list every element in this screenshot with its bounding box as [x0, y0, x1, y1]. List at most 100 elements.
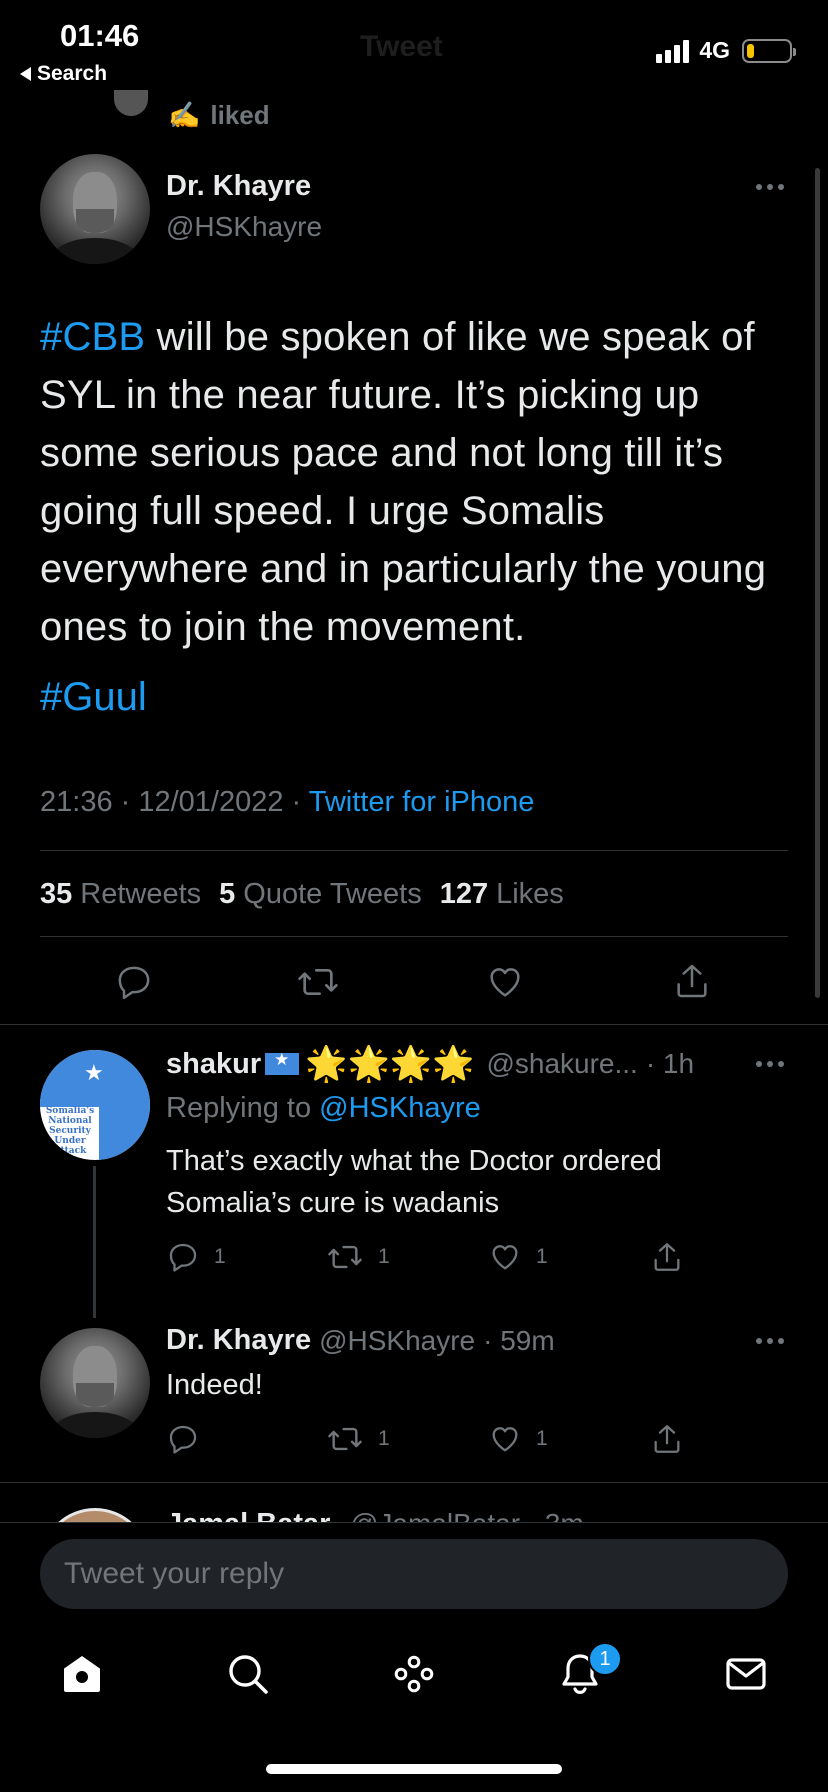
- retweet-count: 1: [378, 1427, 390, 1450]
- reply-time: · 1h: [645, 1048, 695, 1079]
- writing-hand-icon: ✍️: [168, 100, 201, 130]
- partial-reply-avatar: [40, 1508, 150, 1522]
- main-retweet-button[interactable]: [296, 962, 340, 1002]
- cellular-signal-icon: [656, 39, 690, 63]
- quotes-label: Quote Tweets: [243, 878, 422, 910]
- reply-more-icon[interactable]: [756, 1338, 784, 1344]
- battery-icon: [742, 38, 796, 63]
- battery-level: [747, 43, 754, 58]
- status-time: 01:46: [60, 18, 140, 53]
- tweet-source-link[interactable]: Twitter for iPhone: [309, 786, 535, 818]
- reply-avatar-khayre[interactable]: [40, 1328, 150, 1438]
- tab-search[interactable]: [224, 1650, 272, 1698]
- share-icon: [654, 1425, 680, 1453]
- main-tweet-author-name: Dr. Khayre: [166, 170, 312, 202]
- main-tweet-more-icon[interactable]: [756, 184, 784, 190]
- reply-icon: [169, 1425, 197, 1454]
- retweets-count: 35: [40, 878, 73, 910]
- tweet-stats: 35 Retweets 5 Quote Tweets 127 Likes: [40, 878, 564, 911]
- partial-reply[interactable]: Jamal Batar @JamalBatar · 3m: [0, 1500, 828, 1522]
- reply-share-button[interactable]: [650, 1421, 684, 1457]
- partial-reply-handle: @JamalBatar · 3m: [350, 1508, 584, 1522]
- reply-reply-button[interactable]: 1: [166, 1240, 226, 1274]
- reply-header[interactable]: Dr. Khayre @HSKhayre · 59m: [166, 1324, 555, 1357]
- reply-reply-button[interactable]: [166, 1422, 200, 1456]
- main-tweet-timestamp: 21:36 · 12/01/2022 ·: [40, 786, 309, 818]
- divider: [40, 936, 788, 937]
- share-icon: [654, 1243, 680, 1271]
- retweets-stat[interactable]: 35 Retweets: [40, 878, 201, 911]
- quotes-count: 5: [219, 878, 236, 910]
- divider: [0, 1482, 828, 1483]
- mail-icon: [726, 1658, 766, 1690]
- hashtag-cbb-link[interactable]: #CBB: [40, 315, 145, 359]
- main-tweet-avatar[interactable]: [40, 154, 150, 264]
- tab-messages[interactable]: [722, 1650, 770, 1698]
- replying-to-handle-link[interactable]: @HSKhayre: [319, 1092, 481, 1124]
- header-title: Tweet: [360, 30, 443, 63]
- likes-label: Likes: [496, 878, 564, 910]
- somalia-flag-icon: [265, 1050, 300, 1075]
- status-indicators: 4G: [656, 37, 796, 64]
- hashtag-guul-link[interactable]: #Guul: [40, 675, 147, 720]
- partial-reply-author-name: Jamal Batar: [166, 1508, 330, 1522]
- tab-spaces[interactable]: [390, 1650, 438, 1698]
- retweets-label: Retweets: [80, 878, 202, 910]
- like-count: 1: [536, 1427, 548, 1450]
- main-tweet-author[interactable]: Dr. Khayre @HSKhayre: [166, 170, 322, 243]
- reply-author-name: Dr. Khayre: [166, 1324, 312, 1356]
- reply-share-button[interactable]: [650, 1239, 684, 1275]
- spaces-icon: [394, 1655, 434, 1693]
- home-icon: [64, 1656, 100, 1692]
- main-tweet-body: will be spoken of like we speak of SYL i…: [40, 315, 767, 649]
- likes-stat[interactable]: 127 Likes: [440, 878, 564, 911]
- reply-text-line: Somalia’s cure is wadanis: [166, 1187, 500, 1219]
- reply-text-line: That’s exactly what the Doctor ordered: [166, 1145, 662, 1177]
- reply-input-placeholder: Tweet your reply: [64, 1557, 285, 1590]
- context-avatar-fragment: [114, 90, 148, 116]
- reply-more-icon[interactable]: [756, 1061, 784, 1067]
- retweet-icon: [328, 1245, 362, 1269]
- heart-icon: [492, 1245, 518, 1270]
- main-reply-button[interactable]: [114, 962, 154, 1002]
- avatar-beard: [76, 209, 114, 234]
- home-indicator[interactable]: [266, 1764, 562, 1774]
- social-context-text: liked: [210, 100, 270, 130]
- avatar-caption: Somalia's National Security Under Attack: [45, 1106, 95, 1156]
- main-tweet-author-handle: @HSKhayre: [166, 211, 323, 242]
- retweet-icon: [328, 1427, 362, 1451]
- search-icon: [229, 1655, 268, 1694]
- retweet-count: 1: [378, 1245, 390, 1268]
- reply-text-line: Indeed!: [166, 1369, 263, 1401]
- scrollbar[interactable]: [815, 168, 820, 998]
- star-emojis: 🌟🌟🌟🌟: [305, 1045, 475, 1083]
- notifications-badge: 1: [588, 1642, 622, 1676]
- reply-author-handle: @shakure...: [486, 1048, 638, 1079]
- avatar-shirt: [51, 237, 139, 264]
- quote-tweets-stat[interactable]: 5 Quote Tweets: [219, 878, 422, 911]
- back-triangle-icon: [20, 67, 31, 81]
- reply-count: 1: [214, 1245, 226, 1268]
- reply-icon: [118, 966, 150, 1000]
- reply-author-name: shakur: [166, 1047, 262, 1080]
- reply-like-button[interactable]: 1: [488, 1240, 548, 1274]
- divider: [0, 1024, 828, 1025]
- reply-avatar-shakur[interactable]: ★ Somalia's National Security Under Atta…: [40, 1050, 150, 1160]
- reply-header[interactable]: shakur 🌟🌟🌟🌟 @shakure... · 1h: [166, 1044, 694, 1084]
- tab-home[interactable]: [58, 1650, 106, 1698]
- main-like-button[interactable]: [485, 962, 525, 1002]
- status-bar: Tweet 01:46 Search 4G: [0, 0, 828, 100]
- replying-to-label: Replying to: [166, 1092, 320, 1124]
- back-to-search-button[interactable]: Search: [20, 62, 107, 86]
- tweet-reply-input[interactable]: Tweet your reply: [40, 1539, 788, 1609]
- main-tweet-meta: 21:36 · 12/01/2022 · Twitter for iPhone: [40, 786, 534, 819]
- reply-retweet-button[interactable]: 1: [326, 1240, 390, 1274]
- reply-retweet-button[interactable]: 1: [326, 1422, 390, 1456]
- network-type: 4G: [699, 37, 730, 63]
- reply-text: That’s exactly what the Doctor ordered S…: [166, 1140, 662, 1224]
- main-share-button[interactable]: [672, 960, 712, 1002]
- flag-star-icon: ★: [84, 1060, 104, 1085]
- share-icon: [677, 964, 707, 998]
- reply-like-button[interactable]: 1: [488, 1422, 548, 1456]
- heart-icon: [490, 968, 520, 997]
